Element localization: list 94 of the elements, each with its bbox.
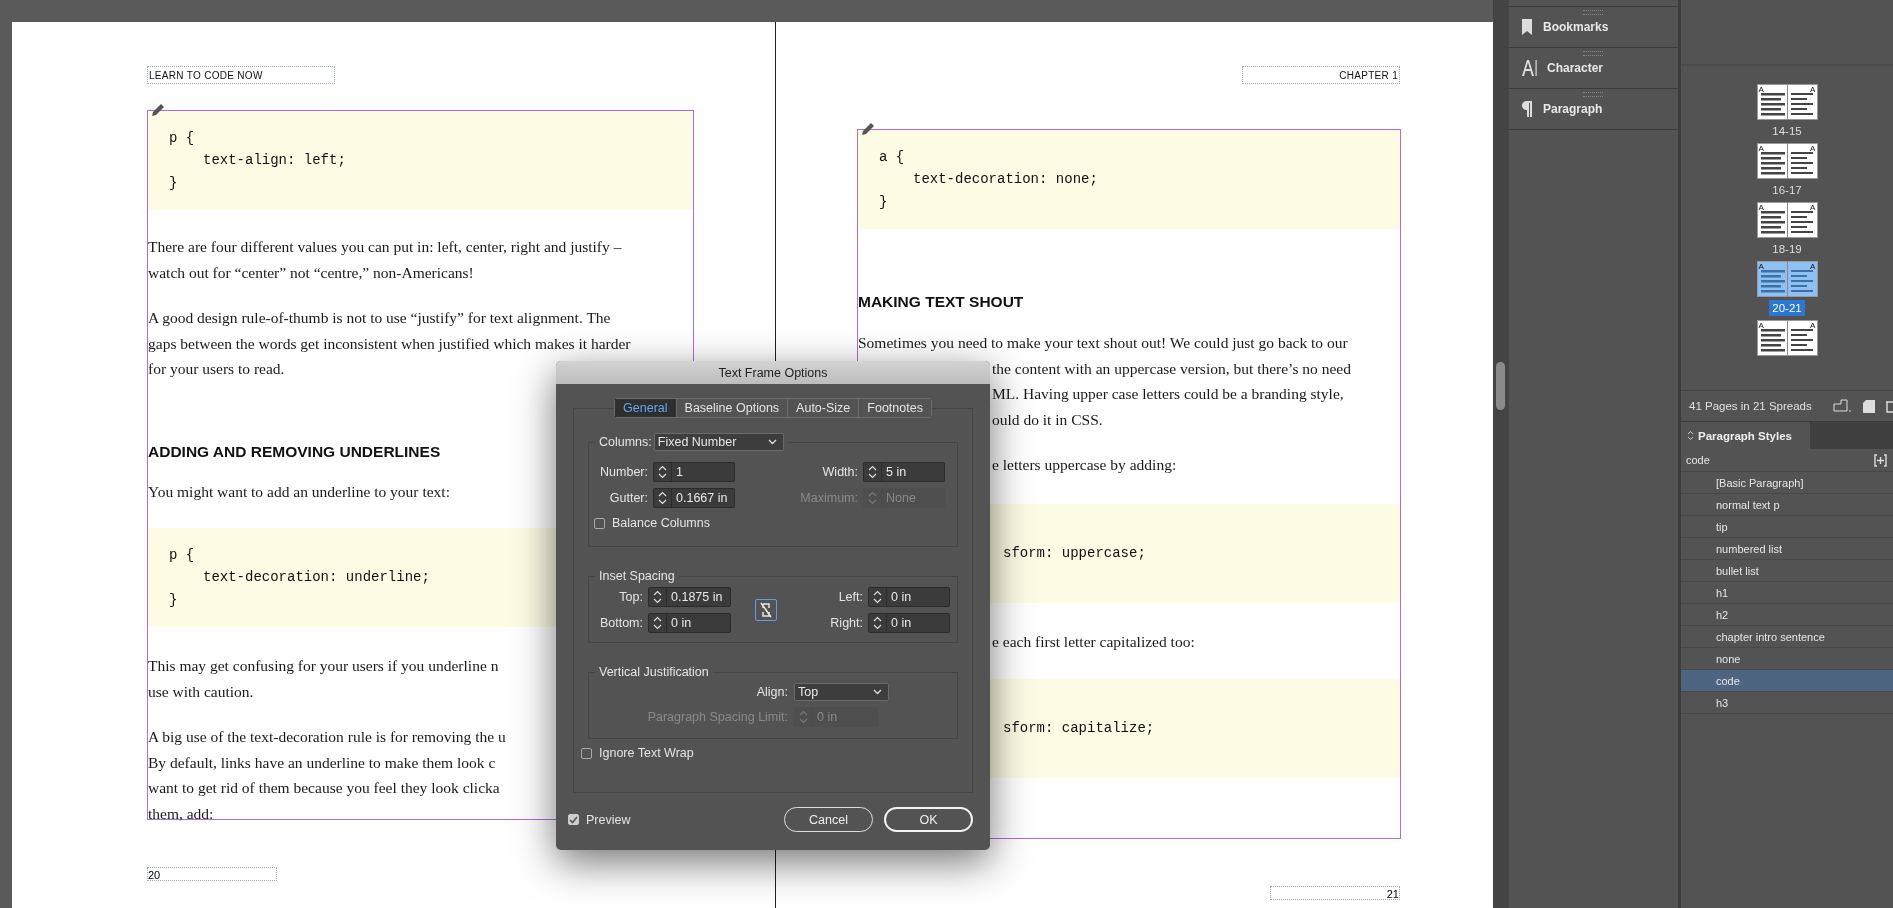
tab[interactable]: Footnotes: [858, 399, 931, 417]
character-icon: [1521, 59, 1537, 77]
number-field[interactable]: 5 in: [863, 462, 945, 482]
spread-thumbnail[interactable]: A A: [1756, 143, 1818, 179]
group-title: Inset Spacing: [599, 569, 675, 583]
style-item[interactable]: tip: [1681, 516, 1893, 538]
field-label: Gutter:: [608, 491, 648, 505]
sort-arrows-icon: [1687, 430, 1694, 441]
style-item[interactable]: numbered list: [1681, 538, 1893, 560]
code-line: sform: uppercase;: [1003, 543, 1146, 563]
number-field[interactable]: 0.1667 in: [653, 488, 735, 508]
spread-thumbnail[interactable]: A A: [1756, 261, 1818, 297]
style-item[interactable]: chapter intro sentence: [1681, 626, 1893, 648]
body-paragraph: e letters uppercase by adding:: [992, 455, 1177, 475]
dropdown[interactable]: Fixed Number: [653, 433, 784, 451]
spread-label[interactable]: 14-15: [1769, 123, 1805, 139]
code-line: sform: capitalize;: [1003, 719, 1155, 739]
code-line: p {: [169, 545, 195, 565]
dialog-title: Text Frame Options: [556, 361, 990, 384]
spread-thumbnail[interactable]: A A: [1756, 84, 1818, 120]
section-heading: MAKING TEXT SHOUT: [858, 292, 1024, 312]
field-label: Top:: [618, 590, 643, 604]
number-field[interactable]: 0.1875 in: [648, 587, 731, 607]
new-style-icon[interactable]: [1874, 453, 1887, 467]
pencil-icon: [150, 102, 166, 118]
code-line: }: [169, 590, 178, 610]
panel-tab[interactable]: Paragraph: [1509, 89, 1678, 130]
number-field[interactable]: 0 in: [868, 587, 950, 607]
body-paragraph: Sometimes you need to make your text shout out! We could just go back to our: [858, 333, 1348, 353]
code-line: }: [879, 192, 888, 212]
panel-tab[interactable]: Character: [1509, 48, 1678, 89]
code-line: text-decoration: underline;: [202, 568, 430, 588]
style-item[interactable]: normal text p: [1681, 494, 1893, 516]
number-field[interactable]: 0 in: [648, 613, 731, 633]
checkbox[interactable]: [594, 517, 605, 529]
body-paragraph: the content with an uppercase version, but there’s no need ML. Having upper case letters could be a branding style, ould do it in CSS.: [992, 358, 1351, 430]
tab[interactable]: General: [615, 399, 676, 417]
style-item[interactable]: [Basic Paragraph]: [1681, 472, 1893, 494]
body-paragraph: You might want to add an underline to your text:: [148, 481, 450, 502]
spread-label[interactable]: 20-21: [1769, 300, 1805, 316]
checkbox[interactable]: [568, 814, 579, 825]
running-header: LEARN TO CODE NOW: [147, 66, 335, 84]
style-item[interactable]: h3: [1681, 692, 1893, 714]
style-item[interactable]: h2: [1681, 604, 1893, 626]
field-label: Left:: [837, 590, 863, 604]
page-number: 20: [147, 867, 277, 881]
dialog-button[interactable]: OK: [884, 807, 973, 832]
chain-link-icon[interactable]: [755, 599, 777, 621]
pencil-icon: [860, 121, 876, 137]
field-label: Number:: [599, 465, 648, 479]
panel-tab[interactable]: Paragraph Styles: [1681, 422, 1810, 449]
new-page-icon[interactable]: [1863, 399, 1875, 413]
spread-thumbnail[interactable]: A A: [1756, 320, 1818, 356]
style-item[interactable]: code: [1681, 670, 1893, 692]
checkbox-label: Preview: [586, 812, 631, 827]
scroll-thumb[interactable]: [1496, 362, 1505, 410]
page-size-icon[interactable]: [1833, 399, 1853, 413]
body-paragraph: There are four different values you can put in: left, center, right and justify – watch out for “center” not “centre,” non-Americans!: [148, 237, 622, 283]
code-line: a {: [879, 147, 905, 167]
current-style: code: [1686, 454, 1710, 466]
style-item[interactable]: bullet list: [1681, 560, 1893, 582]
field-label: Bottom:: [598, 616, 643, 630]
field-label: Columns:: [599, 435, 652, 449]
dropdown[interactable]: Top: [794, 683, 889, 701]
field-label: Align:: [755, 685, 788, 699]
body-paragraph: This may get confusing for your users if you underline n use with caution.: [148, 656, 499, 702]
group-title: Vertical Justification: [599, 665, 709, 679]
pilcrow-icon: [1521, 100, 1533, 118]
checkbox[interactable]: [581, 747, 592, 759]
code-line: text-decoration: none;: [912, 170, 1098, 190]
trash-icon[interactable]: [1885, 399, 1893, 413]
page-count: 41 Pages in 21 Spreads: [1689, 400, 1812, 412]
section-heading: ADDING AND REMOVING UNDERLINES: [148, 441, 441, 462]
chevron-down-icon: [767, 439, 777, 445]
code-line: p {: [169, 128, 195, 148]
page-number: 21: [1270, 886, 1400, 900]
bookmark-icon: [1521, 18, 1533, 36]
chevron-down-icon: [873, 689, 882, 695]
panel-tab[interactable]: Bookmarks: [1509, 6, 1678, 48]
spread-label[interactable]: 18-19: [1769, 241, 1805, 257]
checkbox-label: Ignore Text Wrap: [599, 746, 694, 760]
number-field[interactable]: 1: [653, 462, 735, 482]
field-label: Right:: [829, 616, 863, 630]
running-header: CHAPTER 1: [1242, 66, 1400, 84]
field-label: Width:: [821, 465, 858, 479]
spread-thumbnail[interactable]: A A: [1756, 202, 1818, 238]
body-paragraph: e each first letter capitalized too:: [992, 631, 1195, 652]
code-line: text-align: left;: [202, 151, 346, 171]
checkbox-label: Balance Columns: [612, 516, 710, 530]
style-item[interactable]: h1: [1681, 582, 1893, 604]
code-line: }: [169, 173, 178, 193]
number-field[interactable]: 0 in: [868, 613, 950, 633]
spread-label[interactable]: 16-17: [1769, 182, 1805, 198]
body-paragraph: A big use of the text-decoration rule is for removing the u By default, links have an underline to make them look c want to get rid of them because you feel they look clicka them, add:: [148, 727, 506, 824]
